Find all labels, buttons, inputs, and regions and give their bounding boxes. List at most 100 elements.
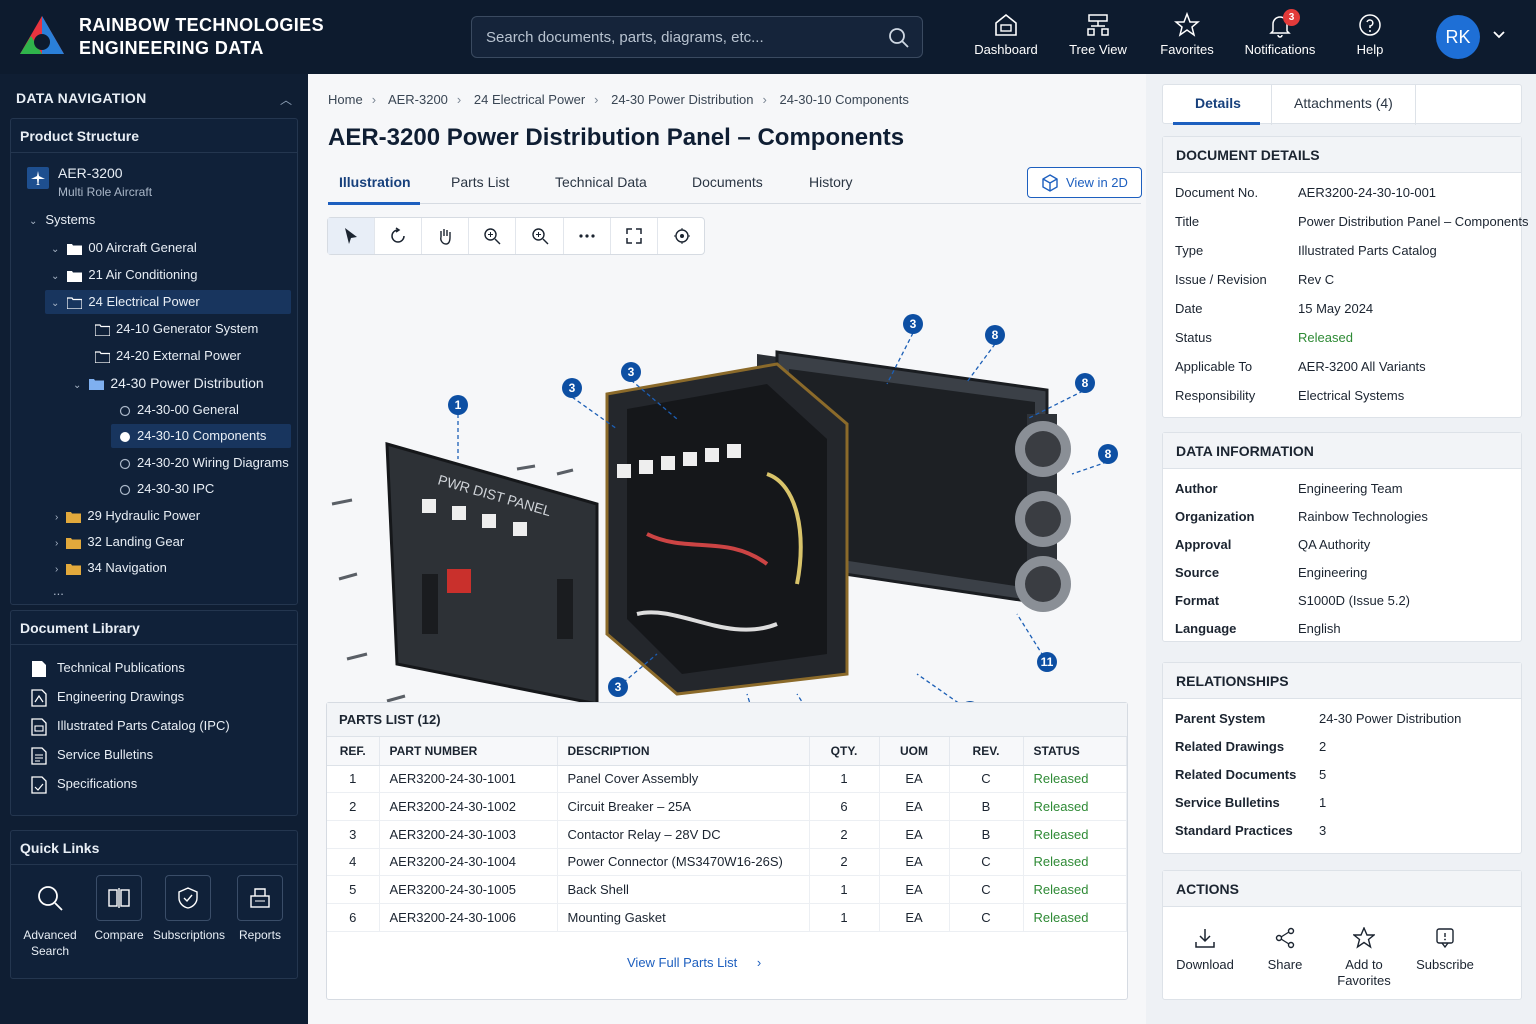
pan-tool[interactable] xyxy=(422,218,469,254)
doc-library-item[interactable]: Technical Publications xyxy=(31,654,185,682)
col-rev[interactable]: REV. xyxy=(949,737,1024,766)
data-info-key: Language xyxy=(1175,621,1237,636)
relationship-value[interactable]: 24-30 Power Distribution xyxy=(1319,709,1461,729)
tree-node-systems[interactable]: ⌄ Systems xyxy=(29,208,95,232)
col-ref[interactable]: REF. xyxy=(327,737,380,766)
doc-library-item[interactable]: Engineering Drawings xyxy=(31,683,184,711)
tab-parts-list[interactable]: Parts List xyxy=(451,174,509,190)
download-button[interactable]: Download xyxy=(1165,927,1245,973)
tree-node-label: 29 Hydraulic Power xyxy=(87,508,201,523)
tree-more[interactable]: ... xyxy=(53,579,64,603)
tree-node-24-10[interactable]: 24-10 Generator System xyxy=(95,317,258,341)
table-row[interactable]: 4 AER3200-24-30-1004 Power Connector (MS34… xyxy=(327,848,1127,877)
zoom-in-icon xyxy=(484,228,501,245)
nav-notifications[interactable]: 3 Notifications xyxy=(1234,9,1326,66)
callout-3c[interactable]: 3 xyxy=(903,314,923,334)
tab-attachments[interactable]: Attachments (4) xyxy=(1294,95,1393,111)
relationship-row: Parent System 24-30 Power Distribution xyxy=(1175,709,1515,729)
tree-node-24-30-10[interactable]: 24-30-10 Components xyxy=(111,424,291,448)
doc-library-item[interactable]: Specifications xyxy=(31,770,137,798)
more-tool[interactable] xyxy=(564,218,611,254)
quick-link-advanced-search[interactable]: Advanced Search xyxy=(15,875,85,959)
radio-circle-icon xyxy=(119,458,131,469)
doc-library-item[interactable]: Illustrated Parts Catalog (IPC) xyxy=(31,712,230,740)
col-description[interactable]: DESCRIPTION xyxy=(557,737,810,766)
cell-qty: 1 xyxy=(809,903,880,932)
callout-11[interactable]: 11 xyxy=(1037,652,1057,672)
tree-node-29[interactable]: › 29 Hydraulic Power xyxy=(55,504,200,528)
document-detail-key: Status xyxy=(1175,330,1212,345)
callout-1[interactable]: 1 xyxy=(448,395,468,415)
share-button[interactable]: Share xyxy=(1245,927,1325,973)
chevron-down-icon[interactable] xyxy=(1492,30,1506,40)
breadcrumb-subsystem[interactable]: 24-30 Power Distribution xyxy=(611,92,753,107)
tab-details[interactable]: Details xyxy=(1195,95,1241,111)
rotate-tool[interactable] xyxy=(375,218,422,254)
breadcrumb-aircraft[interactable]: AER-3200 xyxy=(388,92,448,107)
relationship-value[interactable]: 3 xyxy=(1319,821,1326,841)
view-in-2d-button[interactable]: View in 2D xyxy=(1027,167,1142,198)
tab-illustration[interactable]: Illustration xyxy=(339,174,411,190)
search-input[interactable] xyxy=(486,17,876,57)
callout-3d[interactable]: 3 xyxy=(608,677,628,697)
col-status[interactable]: STATUS xyxy=(1023,737,1127,766)
table-row[interactable]: 6 AER3200-24-30-1006 Mounting Gasket 1 EA C Re… xyxy=(327,903,1127,932)
subscribe-button[interactable]: Subscribe xyxy=(1405,927,1485,973)
tree-node-00[interactable]: ⌄ 00 Aircraft General xyxy=(51,236,197,260)
col-qty[interactable]: QTY. xyxy=(809,737,880,766)
search-icon[interactable] xyxy=(888,27,910,49)
tree-node-34[interactable]: › 34 Navigation xyxy=(55,556,167,580)
nav-tree-view[interactable]: Tree View xyxy=(1052,12,1144,66)
tab-divider xyxy=(1271,85,1272,125)
select-tool[interactable] xyxy=(328,218,375,254)
breadcrumb-system[interactable]: 24 Electrical Power xyxy=(474,92,585,107)
nav-dashboard[interactable]: Dashboard xyxy=(960,12,1052,66)
root-node-name[interactable]: AER-3200 xyxy=(58,165,123,181)
table-row[interactable]: 2 AER3200-24-30-1002 Circuit Breaker – 25A… xyxy=(327,792,1127,821)
tree-node-24-30-20[interactable]: 24-30-20 Wiring Diagrams xyxy=(119,451,289,475)
col-uom[interactable]: UOM xyxy=(879,737,950,766)
callout-3a[interactable]: 3 xyxy=(562,378,582,398)
search-box[interactable] xyxy=(471,16,923,58)
exploded-illustration[interactable]: PWR DIST PANEL 1 3 3 3 8 8 8 3 11 xyxy=(327,234,1127,704)
relationship-value[interactable]: 1 xyxy=(1319,793,1326,813)
tree-node-21[interactable]: ⌄ 21 Air Conditioning xyxy=(51,263,198,287)
quick-link-subscriptions[interactable]: Subscriptions xyxy=(153,875,225,943)
tab-documents[interactable]: Documents xyxy=(692,174,763,190)
fit-tool[interactable] xyxy=(611,218,658,254)
tree-node-24-30-30[interactable]: 24-30-30 IPC xyxy=(119,477,214,501)
callout-8c[interactable]: 8 xyxy=(1098,444,1118,464)
table-row[interactable]: 3 AER3200-24-30-1003 Contactor Relay – 28V… xyxy=(327,820,1127,849)
tree-node-24-30[interactable]: ⌄ 24-30 Power Distribution xyxy=(73,371,264,395)
tree-node-24[interactable]: ⌄ 24 Electrical Power xyxy=(45,290,291,314)
callout-8b[interactable]: 8 xyxy=(1075,373,1095,393)
cell-status: Released xyxy=(1023,765,1127,794)
table-row[interactable]: 1 AER3200-24-30-1001 Panel Cover Assembly 1… xyxy=(327,765,1127,794)
nav-favorites[interactable]: Favorites xyxy=(1141,12,1233,66)
tab-history[interactable]: History xyxy=(809,174,853,190)
zoom-in-tool[interactable] xyxy=(469,218,516,254)
parts-list-title: PARTS LIST (12) xyxy=(327,703,1127,737)
cell-status: Released xyxy=(1023,875,1127,904)
breadcrumb-home[interactable]: Home xyxy=(328,92,363,107)
user-avatar[interactable]: RK xyxy=(1436,15,1480,59)
collapse-icon[interactable]: ︿ xyxy=(280,91,292,108)
table-row[interactable]: 5 AER3200-24-30-1005 Back Shell 1 EA C Release… xyxy=(327,875,1127,904)
tree-node-32[interactable]: › 32 Landing Gear xyxy=(55,530,184,554)
quick-link-compare[interactable]: Compare xyxy=(84,875,154,943)
nav-help[interactable]: Help xyxy=(1324,12,1416,66)
add-to-favorites-button[interactable]: Add to Favorites xyxy=(1324,927,1404,989)
col-part-number[interactable]: PART NUMBER xyxy=(379,737,558,766)
quick-link-reports[interactable]: Reports xyxy=(225,875,295,943)
relationship-value[interactable]: 5 xyxy=(1319,765,1326,785)
relationship-value[interactable]: 2 xyxy=(1319,737,1326,757)
settings-tool[interactable] xyxy=(658,218,705,254)
tree-node-24-20[interactable]: 24-20 External Power xyxy=(95,344,241,368)
view-full-parts-list-link[interactable]: View Full Parts List › xyxy=(627,955,761,970)
tab-technical-data[interactable]: Technical Data xyxy=(555,174,647,190)
doc-library-item[interactable]: Service Bulletins xyxy=(31,741,153,769)
tree-node-24-30-00[interactable]: 24-30-00 General xyxy=(119,398,239,422)
callout-3b[interactable]: 3 xyxy=(621,362,641,382)
callout-8a[interactable]: 8 xyxy=(985,325,1005,345)
zoom-tool[interactable] xyxy=(517,218,564,254)
